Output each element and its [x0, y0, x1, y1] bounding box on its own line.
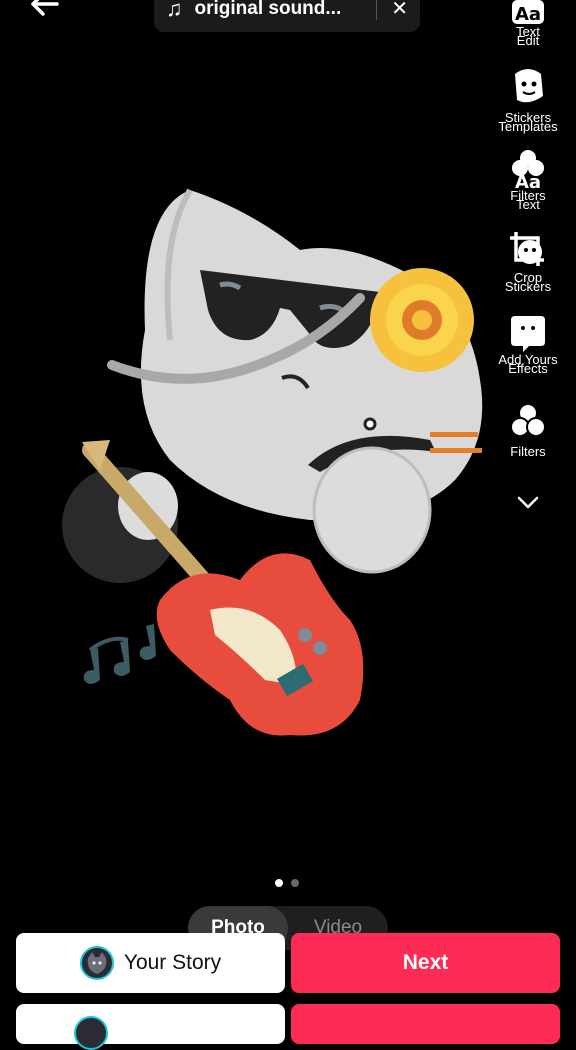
page-dot — [291, 879, 299, 887]
next-button[interactable]: Next — [291, 933, 560, 993]
chevron-down-icon — [517, 496, 539, 509]
filters-icon: Aa — [512, 150, 544, 190]
tool-text[interactable]: Aa Text Edit — [480, 0, 576, 48]
music-note-icon: ♫ — [166, 0, 183, 21]
your-story-label: Your Story — [123, 951, 222, 974]
your-story-button[interactable]: Your Story — [16, 933, 285, 993]
stickers-icon — [515, 69, 543, 103]
text-icon: Aa — [512, 0, 544, 25]
add-yours-icon — [511, 316, 545, 352]
crop-icon — [510, 232, 544, 266]
sticker-canvas[interactable] — [50, 180, 510, 760]
page-dot-active — [275, 879, 283, 887]
filters-circles-icon — [510, 403, 546, 437]
svg-text:Aa: Aa — [515, 4, 541, 25]
close-icon[interactable]: ✕ — [391, 0, 408, 19]
page-indicator — [275, 879, 299, 887]
tool-stickers[interactable]: Stickers Templates — [480, 66, 576, 134]
sound-label: original sound... — [194, 0, 342, 19]
avatar — [74, 1016, 108, 1050]
avatar — [79, 946, 114, 980]
tool-stickers-label2: Templates — [498, 119, 558, 134]
tool-text-label2: Edit — [516, 33, 540, 48]
arrow-left-icon — [31, 0, 59, 16]
divider — [376, 0, 378, 20]
secondary-action-right[interactable] — [291, 1004, 560, 1044]
cat-avatar-icon — [87, 952, 107, 974]
guitar-sticker-illustration — [62, 188, 483, 736]
secondary-action-left[interactable] — [16, 1004, 285, 1044]
sound-selector[interactable]: ♫ original sound... ✕ — [154, 0, 420, 32]
back-button[interactable] — [24, 0, 64, 20]
